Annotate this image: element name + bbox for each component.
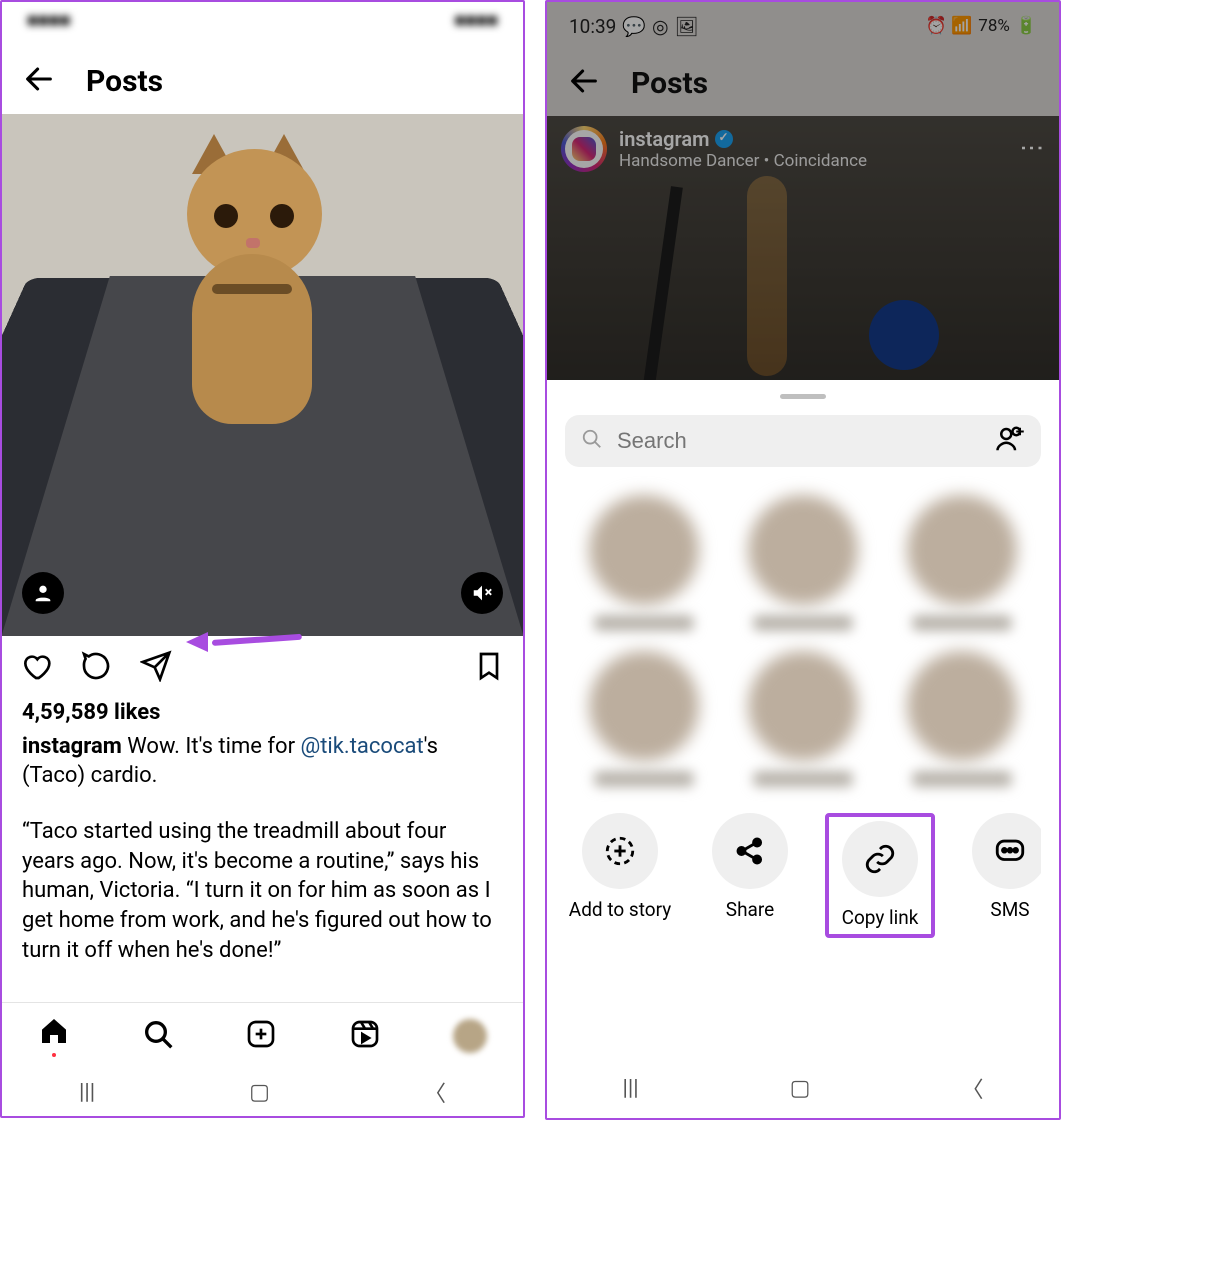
share-option-add-to-story[interactable]: Add to story xyxy=(565,813,675,922)
app-header: Posts xyxy=(2,48,523,114)
contact-item[interactable] xyxy=(569,651,718,787)
home-button[interactable]: ▢ xyxy=(790,1076,811,1101)
back-arrow-icon[interactable] xyxy=(22,62,56,100)
share-option-sms[interactable]: SMS xyxy=(955,813,1041,922)
screenshot-left-instagram-post: ■■■■■■■■ Posts xyxy=(0,0,525,1118)
screenshot-right-share-sheet: 10:39 💬 ◎ 🖼 ⏰ 📶 78% 🔋 Posts instagram Ha… xyxy=(545,0,1061,1120)
nav-profile-avatar[interactable] xyxy=(453,1019,487,1053)
mute-icon[interactable] xyxy=(461,572,503,614)
nav-reels-icon[interactable] xyxy=(349,1018,381,1054)
search-icon xyxy=(581,428,603,454)
recents-button[interactable]: ||| xyxy=(79,1080,95,1105)
mention-link[interactable]: @tik.tacocat xyxy=(300,734,423,759)
post-meta: 4,59,589 likes instagram Wow. It's time … xyxy=(2,692,523,980)
like-heart-icon[interactable] xyxy=(20,650,52,686)
contact-item[interactable] xyxy=(728,495,877,631)
likes-count[interactable]: 4,59,589 likes xyxy=(22,698,503,728)
contact-item[interactable] xyxy=(888,651,1037,787)
search-input[interactable] xyxy=(617,428,981,454)
status-bar-blurred: ■■■■■■■■ xyxy=(2,2,523,48)
add-people-icon[interactable] xyxy=(995,424,1025,458)
post-caption: instagram Wow. It's time for @tik.tacoca… xyxy=(22,732,503,791)
post-caption-body: “Taco started using the treadmill about … xyxy=(22,817,503,965)
contact-item[interactable] xyxy=(888,495,1037,631)
share-option-copy-link[interactable]: Copy link xyxy=(825,813,935,938)
sheet-drag-handle[interactable] xyxy=(780,394,826,399)
share-send-icon[interactable] xyxy=(140,650,172,686)
modal-scrim[interactable] xyxy=(547,2,1059,380)
contact-item[interactable] xyxy=(569,495,718,631)
bottom-nav xyxy=(2,1002,523,1068)
share-option-share[interactable]: Share xyxy=(695,813,805,922)
share-bottom-sheet: Add to story Share Copy link SMS Me xyxy=(547,380,1059,1118)
post-actions-bar xyxy=(2,636,523,692)
recents-button[interactable]: ||| xyxy=(623,1076,639,1101)
post-media-video[interactable] xyxy=(2,114,523,636)
android-nav-bar: ||| ▢ 〈 xyxy=(547,1058,1059,1118)
tagged-people-icon[interactable] xyxy=(22,572,64,614)
page-title: Posts xyxy=(86,64,163,99)
nav-create-icon[interactable] xyxy=(245,1018,277,1054)
back-button[interactable]: 〈 xyxy=(961,1072,983,1104)
bookmark-icon[interactable] xyxy=(473,650,505,686)
share-contacts-grid xyxy=(565,467,1041,797)
contact-item[interactable] xyxy=(728,651,877,787)
home-button[interactable]: ▢ xyxy=(249,1080,270,1105)
comment-icon[interactable] xyxy=(80,650,112,686)
nav-search-icon[interactable] xyxy=(142,1018,174,1054)
share-options-row: Add to story Share Copy link SMS Me xyxy=(565,797,1041,946)
share-search-bar[interactable] xyxy=(565,415,1041,467)
android-nav-bar: ||| ▢ 〈 xyxy=(2,1068,523,1116)
back-button[interactable]: 〈 xyxy=(424,1076,446,1108)
nav-home-icon[interactable] xyxy=(38,1015,70,1057)
post-username[interactable]: instagram xyxy=(22,734,122,759)
